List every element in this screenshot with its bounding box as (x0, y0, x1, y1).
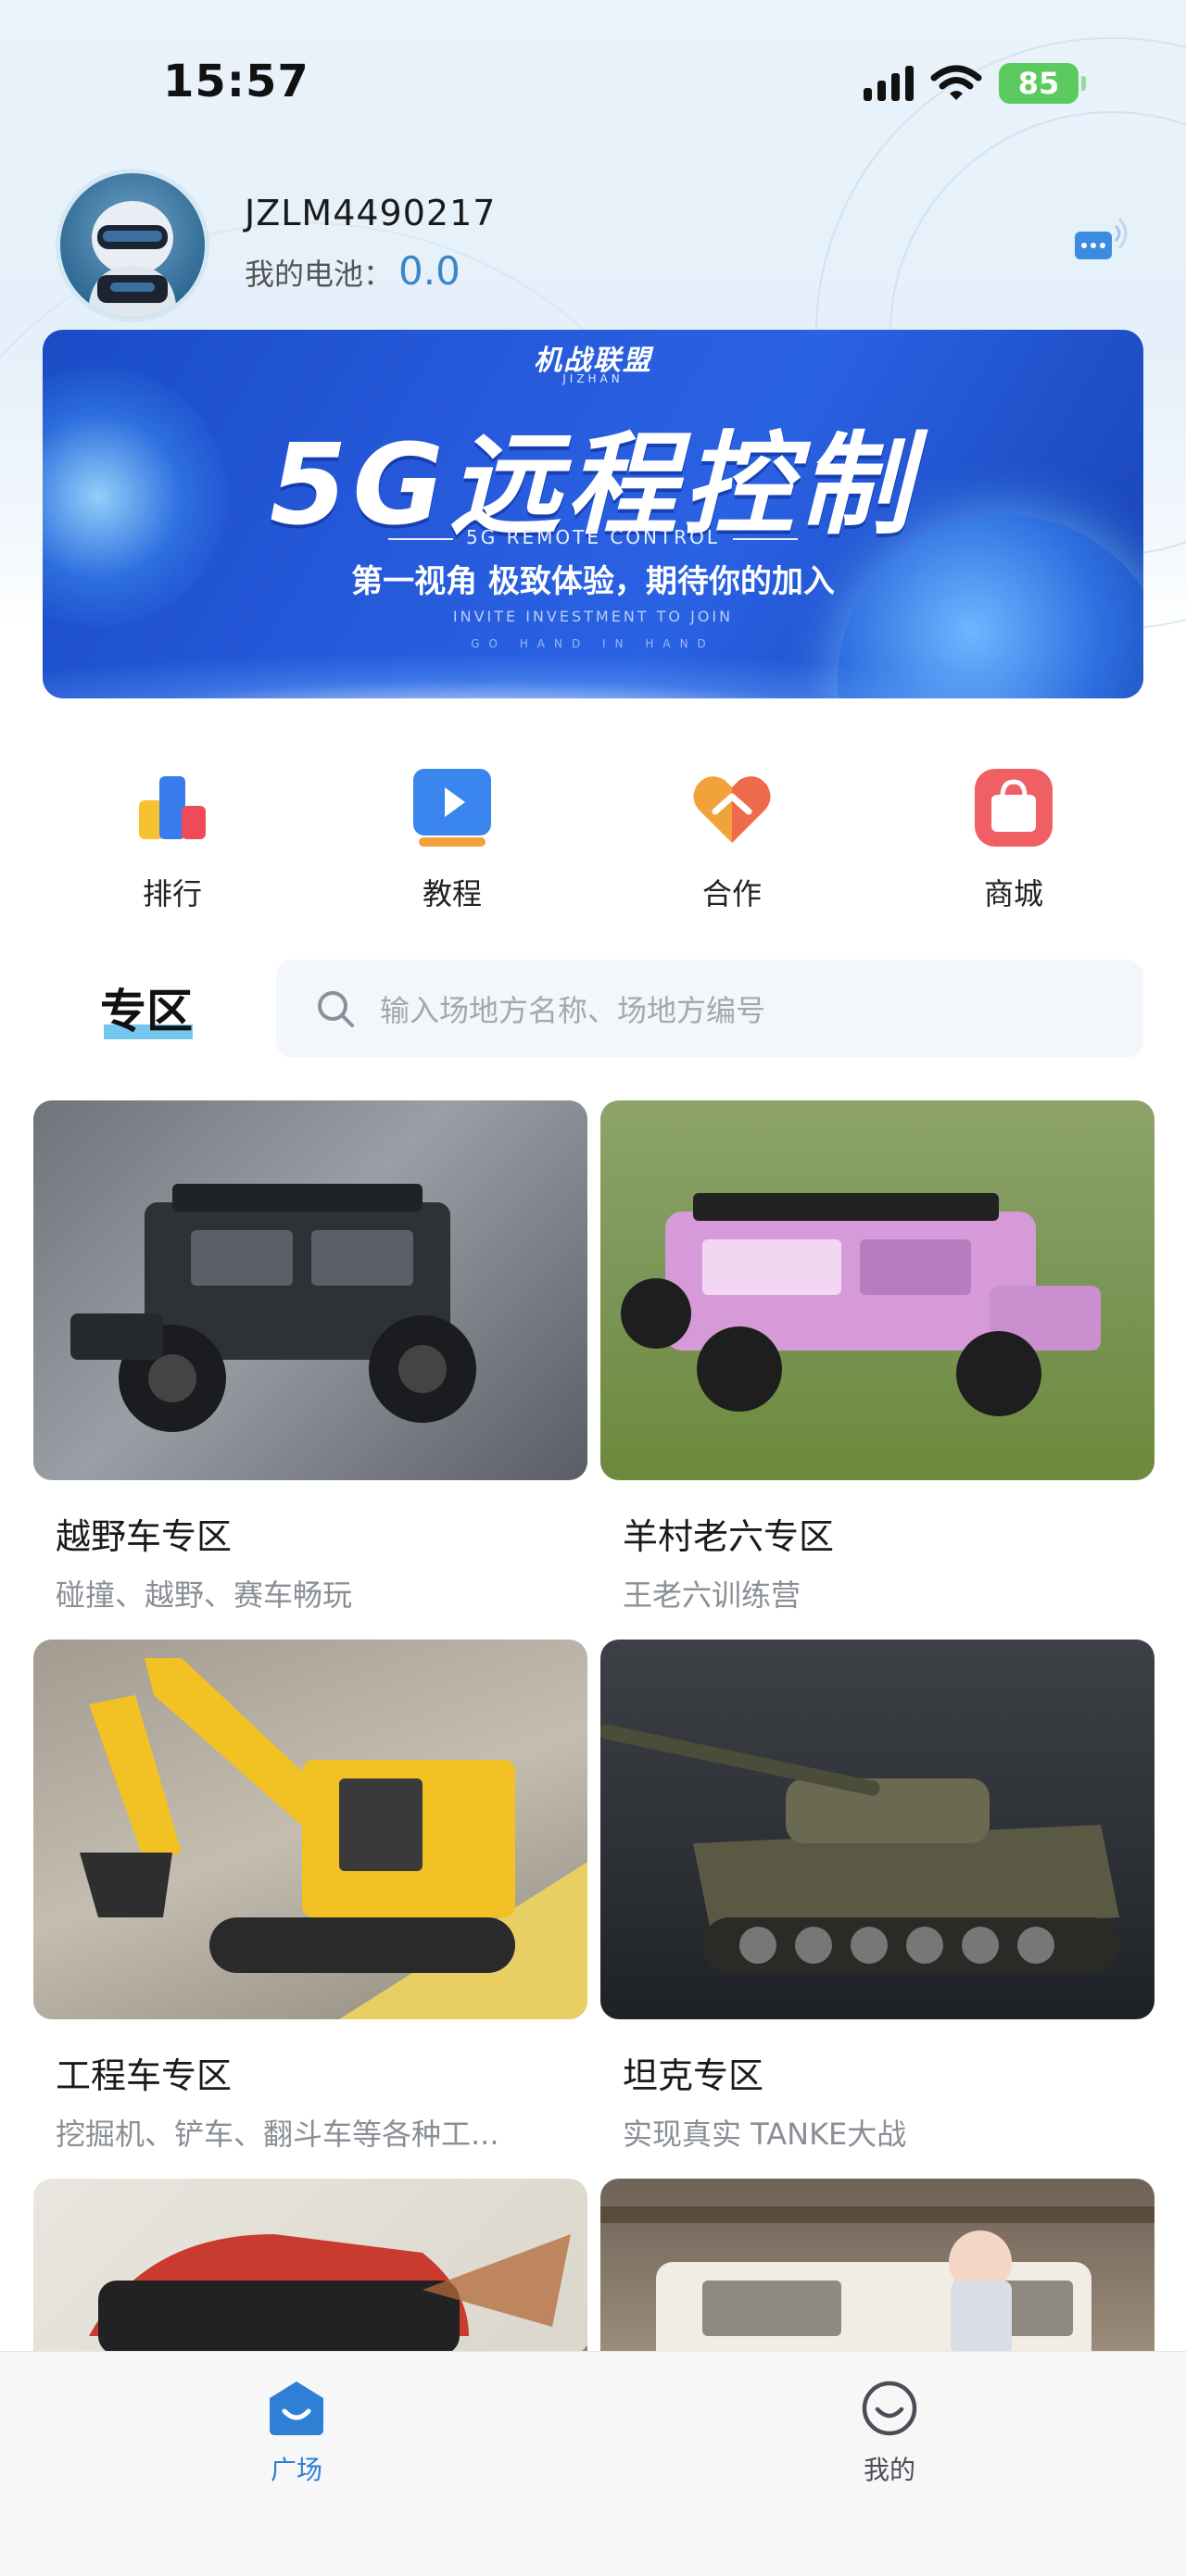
profile-smile-icon (859, 2378, 920, 2439)
cellular-signal-icon (864, 66, 914, 101)
zone-desc: 实现真实 TANKE大战 (623, 2117, 907, 2152)
quick-nav-label: 合作 (701, 876, 762, 911)
video-play-icon (410, 765, 495, 850)
zone-desc: 挖掘机、铲车、翻斗车等各种工... (56, 2117, 499, 2152)
search-input[interactable]: 输入场地方名称、场地方编号 (276, 960, 1143, 1058)
quick-nav-label: 教程 (422, 876, 482, 911)
status-time: 15:57 (163, 56, 309, 107)
banner-subtitle-cn: 第一视角 极致体验，期待你的加入 (351, 563, 835, 600)
tab-mine[interactable]: 我的 (797, 2378, 982, 2487)
pink-jeep-image (600, 1100, 1154, 1480)
search-placeholder: 输入场地方名称、场地方编号 (380, 993, 766, 1028)
battery-level: 85 (1017, 66, 1060, 101)
banner-subtitle-en: 5G REMOTE CONTROL (43, 526, 1143, 548)
banner-hand: GO HAND IN HAND (471, 637, 715, 650)
search-icon (318, 991, 354, 1027)
status-icons: 85 (864, 63, 1086, 104)
banner-subtitle-en-text: 5G REMOTE CONTROL (466, 526, 720, 548)
shopping-bag-icon (971, 765, 1056, 850)
quick-nav-label: 商城 (983, 876, 1043, 911)
battery-indicator: 85 (999, 63, 1086, 104)
ranking-bars-icon (130, 765, 215, 850)
quick-nav-shop[interactable]: 商城 (921, 765, 1106, 913)
zone-card-engineering[interactable]: 工程车专区 挖掘机、铲车、翻斗车等各种工... (33, 1640, 587, 2154)
tab-plaza[interactable]: 广场 (204, 2378, 389, 2487)
zone-title: 越野车专区 (56, 1516, 233, 1557)
battery-value: 0.0 (398, 248, 461, 294)
message-icon[interactable] (1066, 209, 1140, 283)
my-battery-row: 我的电池： 0.0 (245, 248, 461, 294)
zone-card-yangcun[interactable]: 羊村老六专区 王老六训练营 (600, 1100, 1154, 1615)
section-title-text: 专区 (100, 985, 193, 1038)
zone-title: 羊村老六专区 (623, 1516, 835, 1557)
quick-nav-tutorial[interactable]: 教程 (360, 765, 545, 913)
quick-nav-cooperation[interactable]: 合作 (639, 765, 825, 913)
zone-title: 坦克专区 (623, 2055, 764, 2096)
off-road-truck-image (33, 1100, 587, 1480)
handshake-heart-icon (689, 765, 775, 850)
zone-desc: 碰撞、越野、赛车畅玩 (56, 1577, 353, 1613)
quick-nav-ranking[interactable]: 排行 (80, 765, 265, 913)
zone-desc: 王老六训练营 (623, 1577, 801, 1613)
home-smile-icon (266, 2378, 327, 2439)
zone-title: 工程车专区 (56, 2055, 233, 2096)
tank-image (600, 1640, 1154, 2019)
banner-invite: INVITE INVESTMENT TO JOIN (452, 608, 734, 625)
banner-logo-sub: JIZHAN (562, 372, 624, 385)
tab-label: 广场 (270, 2455, 322, 2485)
wifi-icon (930, 65, 982, 100)
promo-banner[interactable]: 机战联盟 JIZHAN 5G远程控制 5G REMOTE CONTROL 第一视… (43, 330, 1143, 698)
robot-avatar-icon (88, 201, 177, 318)
battery-label: 我的电池： (245, 257, 394, 292)
excavator-image (33, 1640, 587, 2019)
zone-card-offroad[interactable]: 越野车专区 碰撞、越野、赛车畅玩 (33, 1100, 587, 1615)
quick-nav-label: 排行 (142, 876, 202, 911)
username: JZLM4490217 (245, 193, 497, 233)
banner-bottom-glow (43, 652, 1143, 698)
bottom-tab-bar: 广场 我的 (0, 2351, 1186, 2576)
avatar[interactable] (56, 169, 209, 322)
tab-label: 我的 (863, 2455, 915, 2485)
zone-card-tank[interactable]: 坦克专区 实现真实 TANKE大战 (600, 1640, 1154, 2154)
section-title: 专区 (100, 974, 193, 1041)
